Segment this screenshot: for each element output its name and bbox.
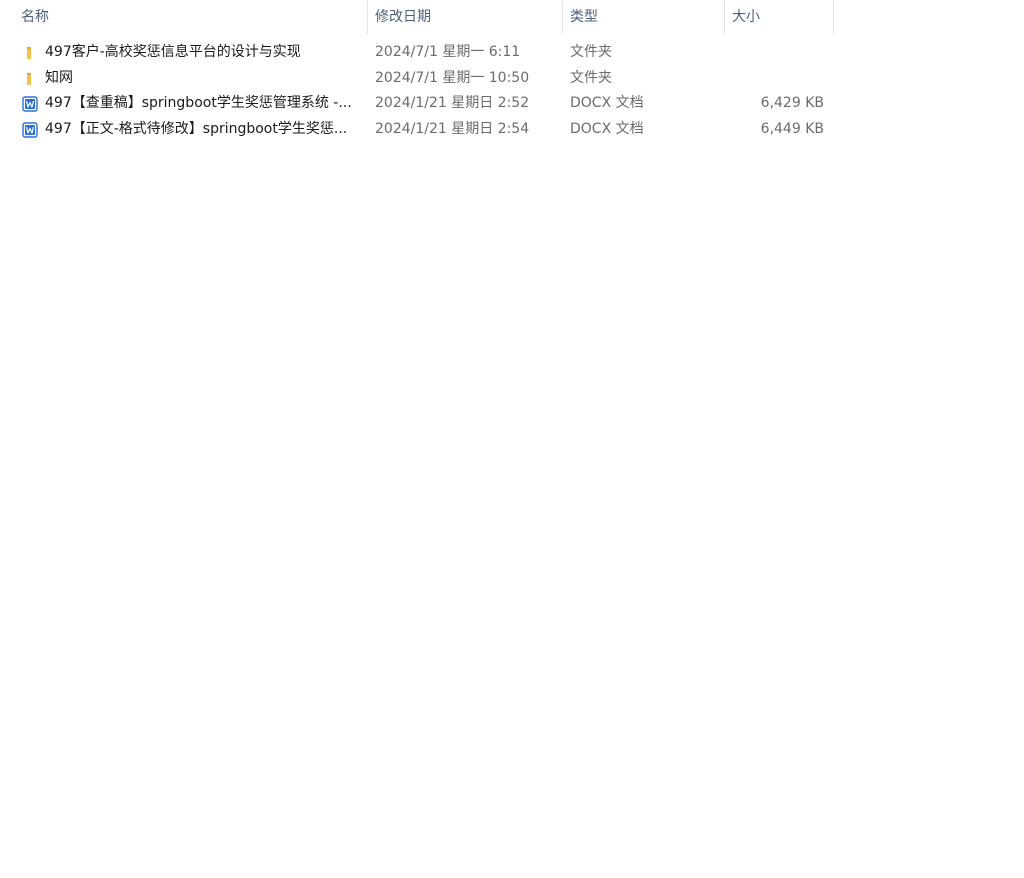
folder-icon xyxy=(22,45,38,61)
sort-ascending-icon: ^ xyxy=(194,0,205,8)
file-type: DOCX 文档 xyxy=(570,120,644,137)
column-header-type-label: 类型 xyxy=(570,9,598,25)
file-name: 497【查重稿】springboot学生奖惩管理系统 -... xyxy=(45,95,352,111)
file-type: 文件夹 xyxy=(570,44,612,60)
column-header-name-label: 名称 xyxy=(21,9,49,25)
file-size xyxy=(728,40,824,66)
file-size: 6,429 KB xyxy=(760,95,824,111)
file-row[interactable]: 497【正文-格式待修改】springboot学生奖惩... 2024/1/21… xyxy=(0,117,834,143)
word-document-icon xyxy=(22,96,38,112)
column-header-date[interactable]: 修改日期 xyxy=(368,0,562,34)
column-divider[interactable] xyxy=(833,0,834,34)
file-name: 497客户-高校奖惩信息平台的设计与实现 xyxy=(45,44,301,60)
folder-icon xyxy=(22,71,38,87)
word-document-icon xyxy=(22,121,38,138)
file-modified-date: 2024/7/1 星期一 6:11 xyxy=(375,44,521,60)
file-explorer: 名称 ^ 修改日期 类型 大小 497客户-高校奖惩信息平台的设计与实现 20 xyxy=(0,0,1024,878)
column-header-size-label: 大小 xyxy=(732,9,760,25)
file-type: DOCX 文档 xyxy=(570,95,644,111)
column-header-size[interactable]: 大小 xyxy=(725,0,833,34)
file-name: 知网 xyxy=(45,69,73,86)
file-modified-date: 2024/1/21 星期日 2:52 xyxy=(375,95,530,111)
file-type: 文件夹 xyxy=(570,69,612,86)
file-row[interactable]: 497【查重稿】springboot学生奖惩管理系统 -... 2024/1/2… xyxy=(0,91,834,117)
column-header-date-label: 修改日期 xyxy=(375,9,431,25)
file-size: 6,449 KB xyxy=(760,120,824,137)
file-list: 497客户-高校奖惩信息平台的设计与实现 2024/7/1 星期一 6:11 文… xyxy=(0,40,834,142)
column-header-row: 名称 ^ 修改日期 类型 大小 xyxy=(0,0,834,34)
file-modified-date: 2024/1/21 星期日 2:54 xyxy=(375,120,530,137)
file-row[interactable]: 497客户-高校奖惩信息平台的设计与实现 2024/7/1 星期一 6:11 文… xyxy=(0,40,834,66)
file-modified-date: 2024/7/1 星期一 10:50 xyxy=(375,69,530,86)
file-row[interactable]: 知网 2024/7/1 星期一 10:50 文件夹 xyxy=(0,66,834,92)
file-size xyxy=(728,66,824,92)
column-header-name[interactable]: 名称 ^ xyxy=(14,0,368,34)
file-name: 497【正文-格式待修改】springboot学生奖惩... xyxy=(45,120,348,137)
column-header-type[interactable]: 类型 xyxy=(563,0,724,34)
